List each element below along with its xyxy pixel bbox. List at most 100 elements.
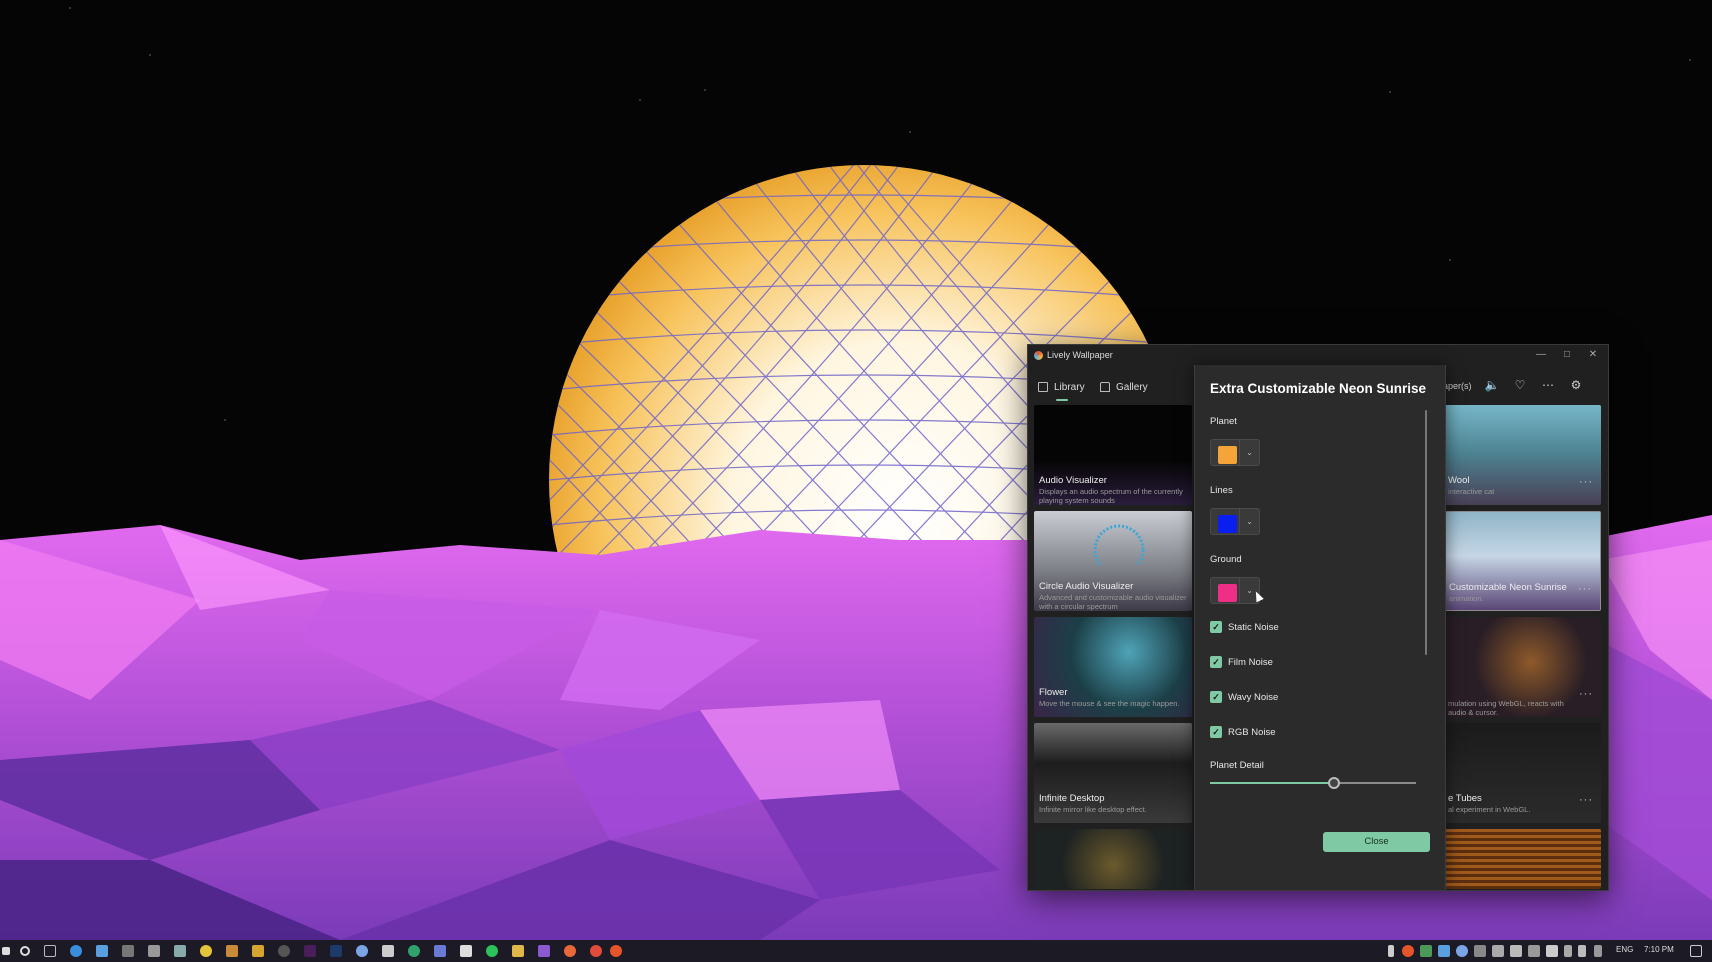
library-card[interactable]: Customizable Neon Sunrise animation. ···	[1445, 511, 1601, 611]
app-icon[interactable]	[434, 945, 446, 957]
tray-icon[interactable]	[1546, 945, 1558, 957]
app-icon[interactable]	[408, 945, 420, 957]
battery-icon[interactable]	[1564, 945, 1572, 957]
app-icon[interactable]	[538, 945, 550, 957]
lines-color-dropdown[interactable]: ⌄	[1240, 508, 1260, 535]
planet-color-dropdown[interactable]: ⌄	[1240, 439, 1260, 466]
heart-icon[interactable]: ♡	[1510, 375, 1530, 395]
checkmark-icon: ✓	[1210, 726, 1222, 738]
tray-icon[interactable]	[1474, 945, 1486, 957]
card-title: e Tubes	[1448, 793, 1482, 804]
edge-icon[interactable]	[70, 945, 82, 957]
task-view-icon[interactable]	[44, 945, 56, 957]
volume-icon[interactable]: 🔈	[1482, 375, 1502, 395]
library-card[interactable]: Flower Move the mouse & see the magic ha…	[1034, 617, 1192, 717]
gear-icon[interactable]: ⚙	[1566, 375, 1586, 395]
tab-gallery[interactable]: Gallery	[1100, 377, 1148, 397]
library-card[interactable]	[1445, 829, 1601, 889]
app-icon[interactable]	[590, 945, 602, 957]
app-icon[interactable]	[512, 945, 524, 957]
card-description: Advanced and customizable audio visualiz…	[1039, 593, 1187, 611]
wavy-noise-checkbox[interactable]: ✓ Wavy Noise	[1210, 691, 1278, 703]
planet-detail-slider[interactable]	[1210, 777, 1416, 789]
app-icon[interactable]	[226, 945, 238, 957]
app-icon[interactable]	[174, 945, 186, 957]
library-card[interactable]: Audio Visualizer Displays an audio spect…	[1034, 405, 1192, 505]
notifications-icon[interactable]	[1690, 945, 1702, 957]
card-more-button[interactable]: ···	[1579, 688, 1593, 700]
library-card[interactable]: Circle Audio Visualizer Advanced and cus…	[1034, 511, 1192, 611]
library-card[interactable]	[1034, 829, 1192, 889]
library-card[interactable]: Infinite Desktop Infinite mirror like de…	[1034, 723, 1192, 823]
tab-library[interactable]: Library	[1038, 377, 1085, 401]
library-card[interactable]: e Tubes al experiment in WebGL. ···	[1445, 723, 1601, 823]
library-card[interactable]: mulation using WebGL, reacts with audio …	[1445, 617, 1601, 717]
app-icon[interactable]	[486, 945, 498, 957]
planet-color-swatch	[1218, 446, 1237, 464]
ground-color-button[interactable]	[1210, 577, 1240, 604]
tray-icon[interactable]	[1420, 945, 1432, 957]
tray-icon[interactable]	[1528, 945, 1540, 957]
card-more-button[interactable]: ···	[1579, 794, 1593, 806]
app-icon[interactable]	[564, 945, 576, 957]
tray-icon[interactable]	[1456, 945, 1468, 957]
window-title: Lively Wallpaper	[1047, 350, 1113, 360]
tab-library-label: Library	[1054, 381, 1085, 393]
library-card[interactable]: Wool interactive cat ···	[1445, 405, 1601, 505]
bag-icon	[1100, 382, 1110, 392]
slider-thumb[interactable]	[1327, 777, 1340, 789]
lively-taskbar-icon[interactable]	[610, 945, 622, 957]
card-description: Displays an audio spectrum of the curren…	[1039, 487, 1183, 505]
minimize-button[interactable]: —	[1528, 347, 1554, 363]
close-window-button[interactable]: ✕	[1580, 347, 1606, 363]
card-title: Flower	[1039, 687, 1068, 698]
panel-scrollbar[interactable]	[1425, 410, 1427, 655]
language-indicator[interactable]: ENG	[1616, 945, 1633, 954]
tray-icon[interactable]	[1388, 945, 1394, 957]
start-icon[interactable]	[2, 947, 10, 955]
app-icon[interactable]	[148, 945, 160, 957]
tray-icon[interactable]	[1402, 945, 1414, 957]
close-button[interactable]: Close	[1323, 832, 1430, 852]
app-icon[interactable]	[96, 945, 108, 957]
maximize-button[interactable]: □	[1554, 347, 1580, 363]
tray-icon[interactable]	[1510, 945, 1522, 957]
app-icon[interactable]	[330, 945, 342, 957]
tray-icon[interactable]	[1438, 945, 1450, 957]
clock[interactable]: 7:10 PM	[1644, 945, 1674, 954]
app-icon[interactable]	[460, 945, 472, 957]
app-icon[interactable]	[252, 945, 264, 957]
pen-icon[interactable]	[1594, 945, 1602, 957]
app-icon[interactable]	[278, 945, 290, 957]
lines-color-button[interactable]	[1210, 508, 1240, 535]
taskbar: ENG 7:10 PM	[0, 940, 1712, 962]
checkbox-label: RGB Noise	[1228, 726, 1276, 738]
card-description: Infinite mirror like desktop effect.	[1039, 805, 1147, 814]
static-noise-checkbox[interactable]: ✓ Static Noise	[1210, 621, 1279, 633]
checkbox-label: Wavy Noise	[1228, 691, 1279, 703]
planet-color-button[interactable]	[1210, 439, 1240, 466]
card-title: Infinite Desktop	[1039, 793, 1105, 804]
more-options-icon[interactable]: ⋯	[1538, 375, 1558, 395]
film-noise-checkbox[interactable]: ✓ Film Noise	[1210, 656, 1273, 668]
card-description: Move the mouse & see the magic happen.	[1039, 699, 1180, 708]
app-icon[interactable]	[382, 945, 394, 957]
app-icon[interactable]	[356, 945, 368, 957]
checkmark-icon: ✓	[1210, 691, 1222, 703]
tab-gallery-label: Gallery	[1116, 381, 1148, 393]
lively-wallpaper-window: Lively Wallpaper — □ ✕ Library Gallery a…	[1027, 344, 1609, 891]
card-more-button[interactable]: ···	[1578, 583, 1592, 595]
card-title: Audio Visualizer	[1039, 475, 1107, 486]
tray-icon[interactable]	[1492, 945, 1504, 957]
lines-color-label: Lines	[1210, 485, 1233, 496]
card-more-button[interactable]: ···	[1579, 476, 1593, 488]
app-icon[interactable]	[200, 945, 212, 957]
panel-title: Extra Customizable Neon Sunrise	[1210, 381, 1427, 396]
volume-tray-icon[interactable]	[1578, 945, 1586, 957]
desktop: Lively Wallpaper — □ ✕ Library Gallery a…	[0, 0, 1712, 962]
app-icon[interactable]	[304, 945, 316, 957]
planet-color-label: Planet	[1210, 416, 1237, 427]
search-icon[interactable]	[20, 946, 30, 956]
app-icon[interactable]	[122, 945, 134, 957]
rgb-noise-checkbox[interactable]: ✓ RGB Noise	[1210, 726, 1276, 738]
